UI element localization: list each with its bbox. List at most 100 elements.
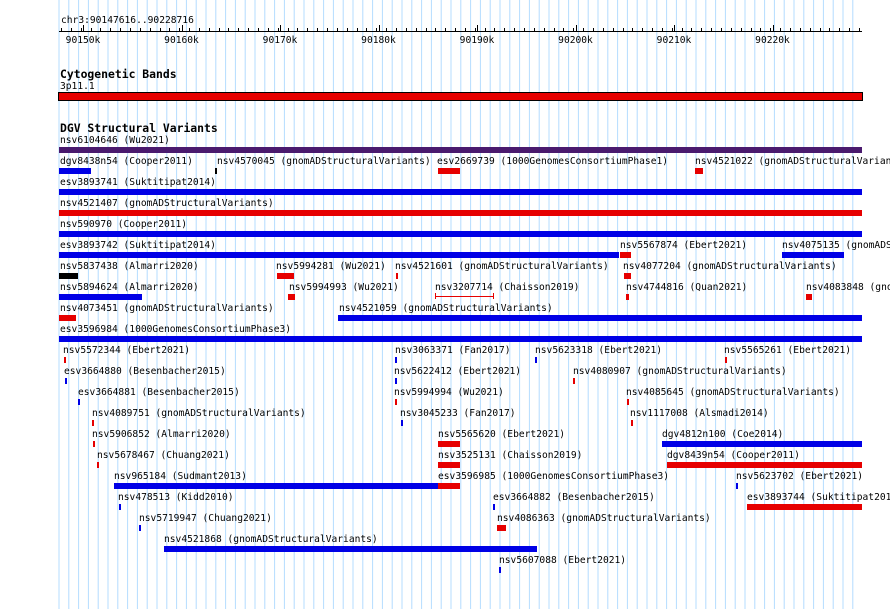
feature-bar[interactable] <box>535 357 537 363</box>
feature-bar[interactable] <box>338 315 862 321</box>
feature-label[interactable]: nsv6104646 (Wu2021) <box>60 135 170 146</box>
feature-bar[interactable] <box>119 504 121 510</box>
feature-bar[interactable] <box>59 315 76 321</box>
feature-label[interactable]: nsv4521022 (gnomADStructuralVariants) <box>695 156 890 167</box>
feature-label[interactable]: nsv5623318 (Ebert2021) <box>535 345 662 356</box>
feature-label[interactable]: esv3596985 (1000GenomesConsortiumPhase3) <box>438 471 669 482</box>
feature-label[interactable]: esv2669739 (1000GenomesConsortiumPhase1) <box>437 156 668 167</box>
feature-bar[interactable] <box>438 441 460 447</box>
feature-label[interactable]: nsv5994994 (Wu2021) <box>394 387 504 398</box>
feature-label[interactable]: nsv4521059 (gnomADStructuralVariants) <box>339 303 553 314</box>
feature-label[interactable]: nsv5906852 (Almarri2020) <box>92 429 231 440</box>
feature-bar[interactable] <box>277 273 294 279</box>
feature-bar[interactable] <box>59 147 862 153</box>
feature-bar[interactable] <box>59 168 91 174</box>
feature-bar[interactable] <box>497 525 506 531</box>
feature-label[interactable]: esv3596984 (1000GenomesConsortiumPhase3) <box>60 324 291 335</box>
feature-label[interactable]: nsv5572344 (Ebert2021) <box>63 345 190 356</box>
feature-bar[interactable] <box>493 504 495 510</box>
feature-bar[interactable] <box>662 441 862 447</box>
feature-bar[interactable] <box>64 357 66 363</box>
feature-label[interactable]: nsv4077204 (gnomADStructuralVariants) <box>623 261 837 272</box>
feature-bar[interactable] <box>92 420 94 426</box>
feature-label[interactable]: nsv5994281 (Wu2021) <box>276 261 386 272</box>
feature-label[interactable]: nsv5565620 (Ebert2021) <box>438 429 565 440</box>
feature-bar[interactable] <box>747 504 862 510</box>
feature-bar[interactable] <box>395 399 397 405</box>
feature-label[interactable]: nsv4089751 (gnomADStructuralVariants) <box>92 408 306 419</box>
feature-label[interactable]: nsv5678467 (Chuang2021) <box>97 450 230 461</box>
feature-bar[interactable] <box>59 231 862 237</box>
feature-bar[interactable] <box>624 273 631 279</box>
feature-bar[interactable] <box>438 168 460 174</box>
feature-label[interactable]: dgv4812n100 (Coe2014) <box>662 429 783 440</box>
feature-label[interactable]: nsv4521601 (gnomADStructuralVariants) <box>395 261 609 272</box>
feature-label[interactable]: nsv5623702 (Ebert2021) <box>736 471 863 482</box>
feature-label[interactable]: nsv4073451 (gnomADStructuralVariants) <box>60 303 274 314</box>
feature-label[interactable]: dgv8439n54 (Cooper2011) <box>667 450 800 461</box>
feature-label[interactable]: nsv3525131 (Chaisson2019) <box>438 450 582 461</box>
feature-label[interactable]: nsv3045233 (Fan2017) <box>400 408 516 419</box>
cytoband-bar[interactable] <box>58 92 863 101</box>
feature-label[interactable]: dgv8438n54 (Cooper2011) <box>60 156 193 167</box>
feature-bar[interactable] <box>667 462 862 468</box>
feature-bar[interactable] <box>395 357 397 363</box>
feature-bar[interactable] <box>627 399 629 405</box>
feature-label[interactable]: nsv5894624 (Almarri2020) <box>60 282 199 293</box>
feature-bar[interactable] <box>59 252 619 258</box>
feature-bar[interactable] <box>396 273 398 279</box>
feature-label[interactable]: nsv5622412 (Ebert2021) <box>394 366 521 377</box>
feature-bar[interactable] <box>626 294 629 300</box>
feature-label[interactable]: nsv3063371 (Fan2017) <box>395 345 511 356</box>
feature-bar[interactable] <box>59 273 78 279</box>
feature-bar[interactable] <box>736 483 738 489</box>
feature-label[interactable]: esv3664881 (Besenbacher2015) <box>78 387 240 398</box>
feature-label[interactable]: esv3893744 (Suktitipat2014) <box>747 492 890 503</box>
feature-bar[interactable] <box>573 378 575 384</box>
feature-label[interactable]: nsv590970 (Cooper2011) <box>60 219 187 230</box>
feature-label[interactable]: nsv4086363 (gnomADStructuralVariants) <box>497 513 711 524</box>
feature-label[interactable]: nsv5994993 (Wu2021) <box>289 282 399 293</box>
feature-label[interactable]: esv3893742 (Suktitipat2014) <box>60 240 216 251</box>
feature-label[interactable]: nsv5565261 (Ebert2021) <box>724 345 851 356</box>
feature-bar[interactable] <box>215 168 217 174</box>
feature-bar[interactable] <box>164 546 537 552</box>
feature-bar[interactable] <box>65 378 67 384</box>
feature-label[interactable]: nsv3207714 (Chaisson2019) <box>435 282 579 293</box>
feature-bar[interactable] <box>806 294 812 300</box>
feature-label[interactable]: nsv4521407 (gnomADStructuralVariants) <box>60 198 274 209</box>
feature-bar[interactable] <box>97 462 99 468</box>
feature-bar[interactable] <box>59 189 862 195</box>
feature-label[interactable]: esv3893741 (Suktitipat2014) <box>60 177 216 188</box>
feature-label[interactable]: nsv4080907 (gnomADStructuralVariants) <box>573 366 787 377</box>
feature-bar[interactable] <box>438 462 460 468</box>
feature-bar[interactable] <box>395 378 397 384</box>
feature-label[interactable]: nsv4521868 (gnomADStructuralVariants) <box>164 534 378 545</box>
feature-bar[interactable] <box>288 294 295 300</box>
feature-label[interactable]: nsv4570045 (gnomADStructuralVariants) <box>217 156 431 167</box>
feature-bar[interactable] <box>401 420 403 426</box>
feature-label[interactable]: nsv5567874 (Ebert2021) <box>620 240 747 251</box>
feature-label[interactable]: nsv4083848 (gnomADStructuralVariants) <box>806 282 890 293</box>
feature-bar[interactable] <box>78 399 80 405</box>
feature-label[interactable]: nsv4744816 (Quan2021) <box>626 282 747 293</box>
feature-bar[interactable] <box>620 252 631 258</box>
feature-label[interactable]: nsv965184 (Sudmant2013) <box>114 471 247 482</box>
feature-bar[interactable] <box>438 483 460 489</box>
feature-label[interactable]: nsv5607088 (Ebert2021) <box>499 555 626 566</box>
feature-bar[interactable] <box>93 441 95 447</box>
feature-label[interactable]: nsv4085645 (gnomADStructuralVariants) <box>626 387 840 398</box>
feature-bar[interactable] <box>139 525 141 531</box>
feature-label[interactable]: nsv478513 (Kidd2010) <box>118 492 234 503</box>
feature-bar[interactable] <box>59 210 862 216</box>
feature-label[interactable]: esv3664880 (Besenbacher2015) <box>64 366 226 377</box>
feature-bar[interactable] <box>725 357 727 363</box>
feature-label[interactable]: nsv4075135 (gnomADStructuralVariants) <box>782 240 890 251</box>
feature-bar[interactable] <box>59 294 142 300</box>
feature-label[interactable]: nsv5837438 (Almarri2020) <box>60 261 199 272</box>
feature-bar[interactable] <box>695 168 703 174</box>
feature-label[interactable]: nsv1117008 (Alsmadi2014) <box>630 408 769 419</box>
feature-bar[interactable] <box>631 420 633 426</box>
feature-bar[interactable] <box>499 567 501 573</box>
feature-bar[interactable] <box>782 252 844 258</box>
